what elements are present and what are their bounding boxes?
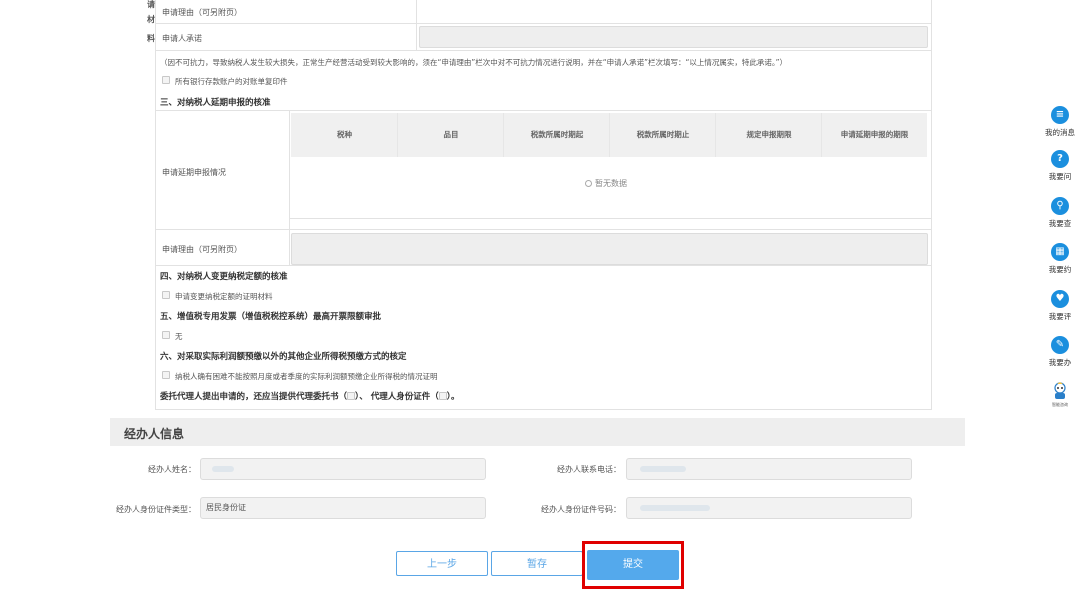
sidebar-label-appointment: 我要约 xyxy=(1048,265,1072,274)
sidebar-item-ask[interactable]: ? 我要问 xyxy=(1040,150,1080,182)
sidebar-label-query: 我要查 xyxy=(1048,219,1072,228)
promise-label: 申请人承诺 xyxy=(162,34,202,43)
sidebar-item-messages[interactable]: ≡ 我的消息 xyxy=(1040,106,1080,138)
operator-phone-label: 经办人联系电话： xyxy=(557,465,621,474)
prev-step-button[interactable]: 上一步 xyxy=(396,551,488,576)
edit-icon: ✎ xyxy=(1051,336,1069,354)
section5-title: 五、增值税专用发票（增值税税控系统）最高开票限额审批 xyxy=(160,312,382,322)
agent-id-checkbox[interactable] xyxy=(438,391,447,400)
section3-title: 三、对纳税人延期申报的核准 xyxy=(160,98,271,108)
quota-proof-checkbox[interactable] xyxy=(162,291,170,299)
agent-note-part2: ）、 代理人身份证件（ xyxy=(355,392,439,402)
operator-name-label: 经办人姓名： xyxy=(148,465,196,474)
operator-name-input[interactable] xyxy=(200,458,486,480)
reason-top-label: 申请理由（可另附页） xyxy=(162,8,242,17)
empty-state: 暂无数据 xyxy=(585,178,627,189)
section6-title: 六、对采取实际利润额预缴以外的其他企业所得税预缴方式的核定 xyxy=(160,352,407,362)
quota-proof-label: 申请变更纳税定额的证明材料 xyxy=(175,292,273,301)
prepay-proof-label: 纳税人确有困难不能按照月度或者季度的实际利润额预缴企业所得税的情况证明 xyxy=(175,372,438,381)
sidebar-label-ask: 我要问 xyxy=(1048,172,1072,181)
sidebar-item-query[interactable]: ⚲ 我要查 xyxy=(1040,197,1080,229)
question-icon: ? xyxy=(1051,150,1069,168)
invoice-none-checkbox[interactable] xyxy=(162,331,170,339)
empty-icon xyxy=(585,180,592,187)
mascot-icon xyxy=(1054,382,1066,399)
table-header-tax-type: 税种 xyxy=(291,113,398,157)
sidebar-label-messages: 我的消息 xyxy=(1045,128,1075,137)
redacted-name xyxy=(212,465,234,472)
search-icon: ⚲ xyxy=(1051,197,1069,215)
sidebar-mascot[interactable]: 智能咨询 xyxy=(1040,382,1080,408)
operator-phone-input[interactable] xyxy=(626,458,912,480)
rate-icon: ♥ xyxy=(1051,290,1069,308)
operator-id-type-select[interactable]: 居民身份证 xyxy=(200,497,486,519)
redacted-phone xyxy=(640,465,686,472)
bank-statement-label: 所有银行存款账户的对账单复印件 xyxy=(175,77,288,86)
application-form-table: 申请理由（可另附页） 申请人承诺 （因不可抗力，导致纳税人发生较大损失，正常生产… xyxy=(155,0,932,410)
promise-field[interactable] xyxy=(419,26,928,48)
sidebar-item-appointment[interactable]: ▦ 我要约 xyxy=(1040,243,1080,275)
prepay-proof-checkbox[interactable] xyxy=(162,371,170,379)
operator-id-number-input[interactable] xyxy=(626,497,912,519)
operator-section-bar: 经办人信息 xyxy=(110,418,965,446)
sidebar-label-handle: 我要办 xyxy=(1048,358,1072,367)
empty-text: 暂无数据 xyxy=(595,179,627,188)
operator-section-title: 经办人信息 xyxy=(124,427,185,441)
redacted-id-number xyxy=(640,504,710,511)
delay-reason-label: 申请理由（可另附页） xyxy=(162,245,242,254)
agent-note: 委托代理人提出申请的，还应当提供代理委托书（ ）、 代理人身份证件（ ）。 xyxy=(160,390,460,402)
sidebar-item-handle[interactable]: ✎ 我要办 xyxy=(1040,336,1080,368)
section4-title: 四、对纳税人变更纳税定额的核准 xyxy=(160,272,288,282)
sidebar-label-rate: 我要评 xyxy=(1048,312,1072,321)
force-majeure-note: （因不可抗力，导致纳税人发生较大损失，正常生产经营活动受到较大影响的，须在“申请… xyxy=(160,58,788,67)
sidebar-item-rate[interactable]: ♥ 我要评 xyxy=(1040,290,1080,322)
table-header-period-start: 税款所属时期起 xyxy=(504,113,610,157)
table-header-item: 品目 xyxy=(398,113,504,157)
delay-reason-field[interactable] xyxy=(291,233,928,265)
agent-note-part3: ）。 xyxy=(446,392,460,402)
power-of-attorney-checkbox[interactable] xyxy=(347,391,356,400)
mascot-label: 智能咨询 xyxy=(1052,402,1068,407)
operator-id-type-label: 经办人身份证件类型： xyxy=(116,505,196,514)
calendar-icon: ▦ xyxy=(1051,243,1069,261)
agent-note-part1: 委托代理人提出申请的，还应当提供代理委托书（ xyxy=(160,392,348,402)
table-header-period-end: 税款所属时期止 xyxy=(610,113,716,157)
table-header-extension: 申请延期申报的期限 xyxy=(822,113,927,157)
invoice-none-label: 无 xyxy=(175,332,183,341)
operator-id-number-label: 经办人身份证件号码： xyxy=(541,505,621,514)
delay-situation-label: 申请延期申报情况 xyxy=(162,168,226,177)
submit-button[interactable]: 提交 xyxy=(587,550,679,580)
table-header-deadline: 规定申报期限 xyxy=(716,113,822,157)
bank-statement-checkbox[interactable] xyxy=(162,76,170,84)
message-icon: ≡ xyxy=(1051,106,1069,124)
save-draft-button[interactable]: 暂存 xyxy=(491,551,583,576)
